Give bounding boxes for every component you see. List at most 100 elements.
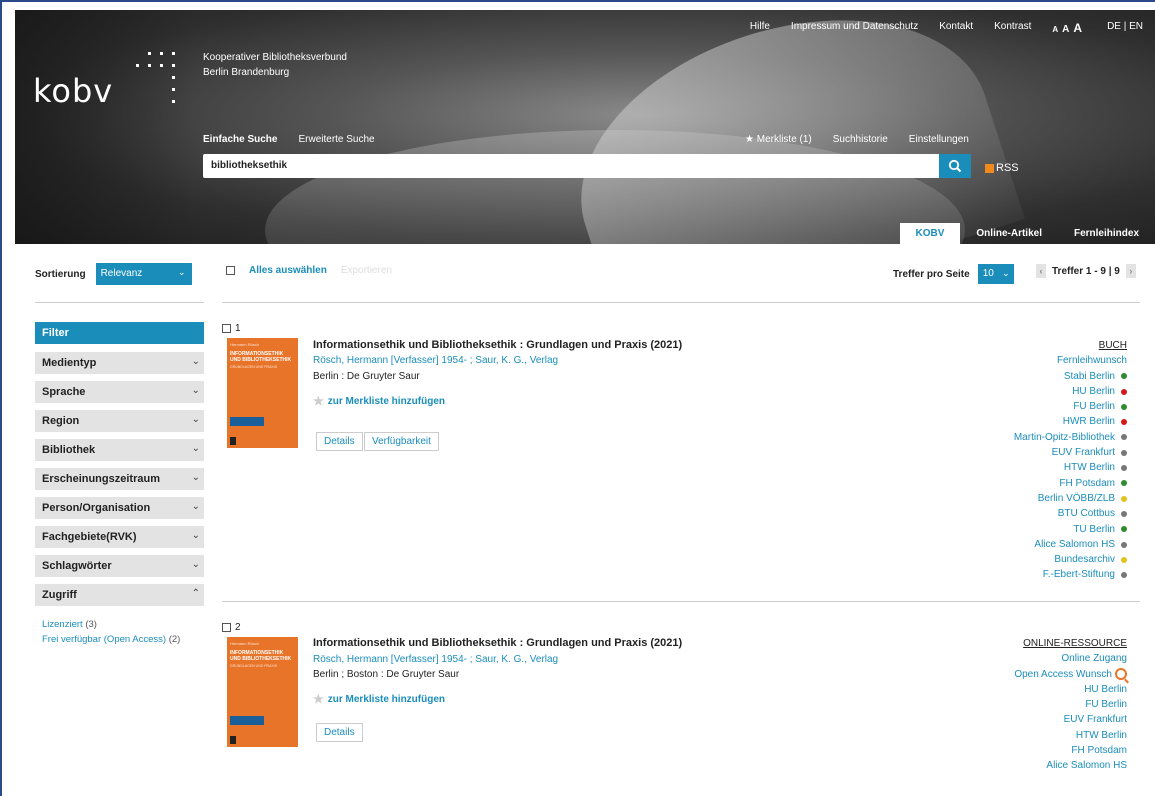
- result-authors[interactable]: Rösch, Hermann [Verfasser] 1954- ; Saur,…: [313, 355, 558, 366]
- per-page-select[interactable]: 10 ⌄: [977, 264, 1014, 284]
- rss-link[interactable]: RSS: [985, 162, 1019, 174]
- library-item[interactable]: FH Potsdam: [1014, 476, 1127, 491]
- library-item[interactable]: FH Potsdam: [1014, 743, 1127, 758]
- library-name: TU Berlin: [1073, 523, 1115, 535]
- facet-zugriff[interactable]: Zugriff ⌃: [35, 584, 204, 606]
- tab-erweiterte-suche[interactable]: Erweiterte Suche: [298, 134, 374, 145]
- media-type: BUCH: [1098, 340, 1127, 351]
- header: kobv Kooperativer Bibliotheksverbund Ber…: [15, 10, 1155, 244]
- library-item[interactable]: HU Berlin: [1014, 384, 1127, 399]
- facet-fachgebiete[interactable]: Fachgebiete(RVK) ⌄: [35, 526, 204, 548]
- logo[interactable]: kobv: [33, 72, 113, 110]
- font-size-medium[interactable]: A: [1062, 24, 1069, 35]
- fernleihe-link[interactable]: Fernleihwunsch: [1014, 353, 1127, 368]
- availability-button[interactable]: Verfügbarkeit: [364, 432, 439, 451]
- font-size-large[interactable]: A: [1073, 21, 1082, 35]
- chevron-down-icon: ⌄: [191, 356, 200, 367]
- library-item[interactable]: HTW Berlin: [1014, 460, 1127, 475]
- add-to-merkliste[interactable]: ★ zur Merkliste hinzufügen: [313, 692, 445, 706]
- filter-heading: Filter: [35, 322, 204, 344]
- result-title[interactable]: Informationsethik und Bibliotheksethik :…: [313, 339, 682, 351]
- result-authors[interactable]: Rösch, Hermann [Verfasser] 1954- ; Saur,…: [313, 654, 558, 665]
- access-option-open-access[interactable]: Frei verfügbar (Open Access) (2): [42, 632, 180, 647]
- status-dot-icon: [1121, 572, 1127, 579]
- library-item[interactable]: HU Berlin: [1014, 682, 1127, 697]
- online-access-link[interactable]: Online Zugang: [1014, 651, 1127, 666]
- library-name: Bundesarchiv: [1054, 554, 1115, 566]
- library-item[interactable]: Berlin VÖBB/ZLB: [1014, 491, 1127, 506]
- tab-einfache-suche[interactable]: Einfache Suche: [203, 134, 277, 145]
- library-item[interactable]: Alice Salomon HS: [1014, 758, 1127, 773]
- tab-fernleihindex[interactable]: Fernleihindex: [1058, 223, 1155, 244]
- prev-page-button[interactable]: ‹: [1036, 264, 1046, 278]
- library-item[interactable]: FU Berlin: [1014, 697, 1127, 712]
- result-title[interactable]: Informationsethik und Bibliotheksethik :…: [313, 637, 682, 649]
- divider: [222, 302, 1140, 303]
- select-all-link[interactable]: Alles auswählen: [249, 265, 327, 276]
- library-name: HWR Berlin: [1062, 416, 1115, 428]
- library-item[interactable]: HTW Berlin: [1014, 728, 1127, 743]
- per-page-control: Treffer pro Seite 10 ⌄: [893, 264, 1014, 284]
- suchhistorie-link[interactable]: Suchhistorie: [833, 134, 888, 145]
- nav-impressum[interactable]: Impressum und Datenschutz: [791, 21, 918, 35]
- chevron-down-icon: ⌄: [191, 559, 200, 570]
- add-to-merkliste[interactable]: ★ zur Merkliste hinzufügen: [313, 394, 445, 408]
- facet-bibliothek[interactable]: Bibliothek ⌄: [35, 439, 204, 461]
- access-option-lizenziert[interactable]: Lizenziert (3): [42, 617, 180, 632]
- chevron-down-icon: ⌄: [191, 530, 200, 541]
- facet-schlagwoerter[interactable]: Schlagwörter ⌄: [35, 555, 204, 577]
- nav-hilfe[interactable]: Hilfe: [750, 21, 770, 35]
- status-dot-icon: [1121, 403, 1127, 410]
- nav-kontakt[interactable]: Kontakt: [939, 21, 973, 35]
- facet-sprache[interactable]: Sprache ⌄: [35, 381, 204, 403]
- library-name: Martin-Opitz-Bibliothek: [1013, 431, 1115, 443]
- chevron-down-icon: ⌄: [191, 414, 200, 425]
- library-item[interactable]: Bundesarchiv: [1014, 552, 1127, 567]
- language-switch[interactable]: DE | EN: [1107, 21, 1143, 35]
- tab-kobv[interactable]: KOBV: [899, 223, 961, 244]
- star-icon: ★: [313, 692, 324, 706]
- divider: [35, 302, 204, 303]
- result-checkbox[interactable]: [222, 623, 231, 632]
- search-input[interactable]: bibliotheksethik: [203, 154, 941, 178]
- library-item[interactable]: HWR Berlin: [1014, 414, 1127, 429]
- font-size-small[interactable]: A: [1052, 25, 1058, 34]
- search-button[interactable]: [939, 154, 971, 178]
- select-all-checkbox[interactable]: [226, 266, 235, 275]
- library-item[interactable]: TU Berlin: [1014, 522, 1127, 537]
- library-item[interactable]: Martin-Opitz-Bibliothek: [1014, 430, 1127, 445]
- status-dot-icon: [1121, 556, 1127, 563]
- library-item[interactable]: Alice Salomon HS: [1014, 537, 1127, 552]
- facet-region[interactable]: Region ⌄: [35, 410, 204, 432]
- library-item[interactable]: Stabi Berlin: [1014, 369, 1127, 384]
- facet-erscheinungszeitraum[interactable]: Erscheinungszeitraum ⌄: [35, 468, 204, 490]
- book-cover[interactable]: Hermann Rösch INFORMATIONSETHIK UND BIBL…: [227, 637, 298, 747]
- tab-online-artikel[interactable]: Online-Artikel: [960, 223, 1058, 244]
- next-page-button[interactable]: ›: [1125, 264, 1136, 278]
- library-list: Stabi Berlin HU Berlin FU Berlin HWR Berlin…: [1014, 369, 1127, 583]
- merkliste-link[interactable]: ★ Merkliste (1): [745, 134, 812, 145]
- library-item[interactable]: FU Berlin: [1014, 399, 1127, 414]
- result-checkbox[interactable]: [222, 324, 231, 333]
- sort-select[interactable]: Relevanz ⌄: [95, 263, 192, 285]
- top-nav: Hilfe Impressum und Datenschutz Kontakt …: [750, 21, 1143, 35]
- open-access-wish-link[interactable]: Open Access Wunsch: [1014, 667, 1127, 682]
- chevron-down-icon: ⌄: [178, 267, 186, 277]
- details-button[interactable]: Details: [316, 432, 363, 451]
- book-cover[interactable]: Hermann Rösch INFORMATIONSETHIK UND BIBL…: [227, 338, 298, 448]
- status-dot-icon: [1121, 541, 1127, 548]
- facet-person-organisation[interactable]: Person/Organisation ⌄: [35, 497, 204, 519]
- einstellungen-link[interactable]: Einstellungen: [909, 134, 969, 145]
- chevron-down-icon: ⌄: [191, 385, 200, 396]
- nav-kontrast[interactable]: Kontrast: [994, 21, 1031, 35]
- facet-medientyp[interactable]: Medientyp ⌄: [35, 352, 204, 374]
- access-options: Lizenziert (3) Frei verfügbar (Open Acce…: [42, 617, 180, 647]
- details-button[interactable]: Details: [316, 723, 363, 742]
- status-dot-icon: [1121, 495, 1127, 502]
- library-item[interactable]: EUV Frankfurt: [1014, 712, 1127, 727]
- library-item[interactable]: BTU Cottbus: [1014, 506, 1127, 521]
- star-icon: ★: [745, 134, 754, 145]
- availability-list: ONLINE-RESSOURCE Online Zugang Open Acce…: [1014, 636, 1127, 774]
- library-item[interactable]: EUV Frankfurt: [1014, 445, 1127, 460]
- library-item[interactable]: F.-Ebert-Stiftung: [1014, 567, 1127, 582]
